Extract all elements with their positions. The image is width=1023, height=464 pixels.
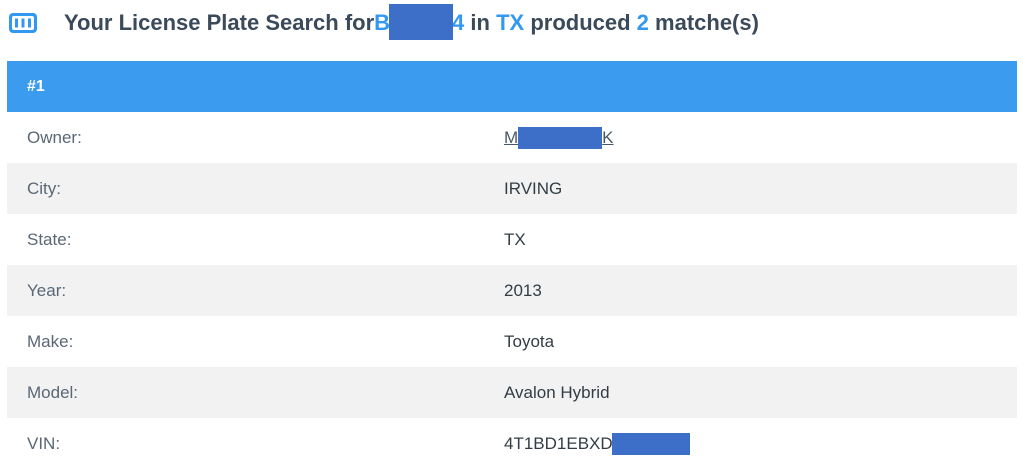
city-value: IRVING <box>504 178 563 198</box>
match-count: 2 <box>636 10 649 35</box>
plate-number-end: 4 <box>452 10 465 35</box>
results-heading: Your License Plate Search for B 4 in TX p… <box>8 4 759 41</box>
license-plate-results-page: Your License Plate Search for B 4 in TX p… <box>0 0 1023 464</box>
heading-in-word: in <box>464 10 497 35</box>
license-plate-icon <box>8 12 38 34</box>
owner-name-end: K <box>602 127 614 147</box>
year-value: 2013 <box>504 280 542 300</box>
owner-redaction <box>518 126 603 149</box>
plate-number-start: B <box>374 10 391 35</box>
owner-label: Owner: <box>27 127 82 147</box>
vin-start: 4T1BD1EBXD <box>504 433 613 453</box>
owner-name-start: M <box>504 127 519 147</box>
result-header: #1 <box>7 61 1017 112</box>
heading-prefix: Your License Plate Search for <box>64 10 375 35</box>
city-label: City: <box>27 178 61 198</box>
result-details: Owner: MK City: IRVING State: TX Year: 2… <box>7 112 1017 464</box>
make-label: Make: <box>27 331 74 351</box>
heading-suffix: matche(s) <box>648 10 759 35</box>
year-row: Year: 2013 <box>7 265 1017 316</box>
result-card-1: #1 Owner: MK City: IRVING State: TX Year… <box>7 61 1017 464</box>
city-row: City: IRVING <box>7 163 1017 214</box>
model-label: Model: <box>27 382 79 402</box>
make-value: Toyota <box>504 331 555 351</box>
state-label: State: <box>27 229 72 249</box>
owner-link[interactable]: MK <box>504 126 614 149</box>
make-row: Make: Toyota <box>7 316 1017 367</box>
vin-value: 4T1BD1EBXD <box>504 432 690 455</box>
state-row: State: TX <box>7 214 1017 265</box>
owner-value: MK <box>504 126 614 149</box>
model-value: Avalon Hybrid <box>504 382 610 402</box>
plate-redaction <box>389 4 454 40</box>
owner-row: Owner: MK <box>7 112 1017 163</box>
vin-row: VIN: 4T1BD1EBXD <box>7 418 1017 464</box>
vin-redaction <box>611 432 690 455</box>
model-row: Model: Avalon Hybrid <box>7 367 1017 418</box>
state-value: TX <box>504 229 526 249</box>
heading-produced-word: produced <box>524 10 637 35</box>
heading-state: TX <box>496 10 525 35</box>
vin-label: VIN: <box>27 433 61 453</box>
year-label: Year: <box>27 280 67 300</box>
